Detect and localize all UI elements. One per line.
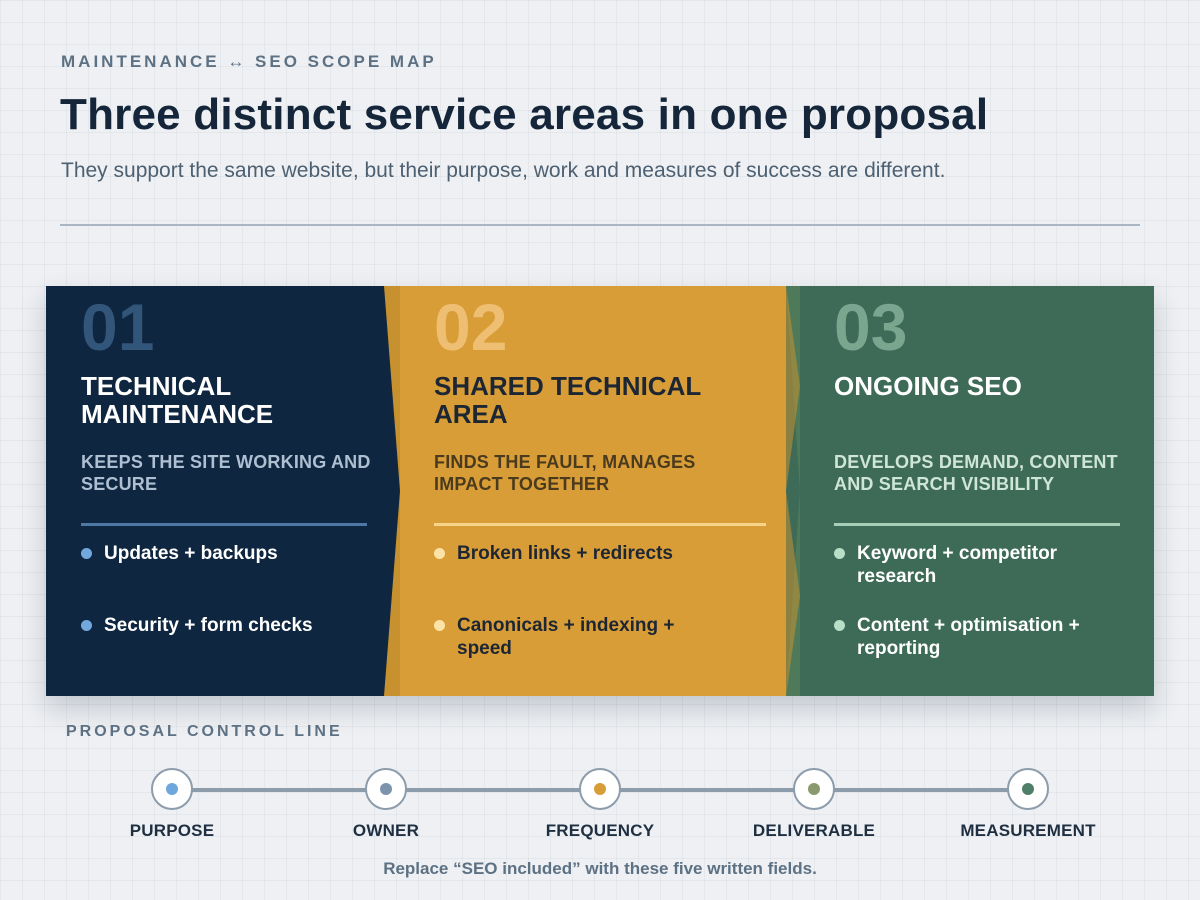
panel-subtitle: DEVELOPS DEMAND, CONTENT AND SEARCH VISI… — [834, 452, 1118, 494]
control-node-owner — [365, 768, 407, 810]
panel-subtitle: KEEPS THE SITE WORKING AND SECURE — [81, 452, 371, 494]
control-label-owner: OWNER — [352, 821, 420, 840]
node-dot-icon — [1022, 783, 1034, 795]
list-item-text: Security + form checks — [104, 615, 313, 636]
bullet-dot-icon — [434, 548, 445, 559]
panel-title: ONGOING SEO — [834, 371, 1022, 401]
panel-number: 03 — [834, 290, 908, 364]
page-subtitle: They support the same website, but their… — [61, 159, 946, 182]
control-label-purpose: PURPOSE — [129, 821, 215, 840]
list-item-text: Updates + backups — [104, 543, 278, 564]
panel-technical-maintenance: 01 TECHNICAL MAINTENANCE KEEPS THE SITE … — [46, 286, 384, 696]
bullet-dot-icon — [81, 548, 92, 559]
bullet-dot-icon — [434, 620, 445, 631]
node-dot-icon — [808, 783, 820, 795]
list-item: Keyword + competitor research — [834, 542, 1097, 588]
control-node-frequency — [579, 768, 621, 810]
page-title: Three distinct service areas in one prop… — [60, 90, 989, 139]
control-node-deliverable — [793, 768, 835, 810]
control-label-deliverable: DELIVERABLE — [752, 821, 876, 840]
node-dot-icon — [166, 783, 178, 795]
list-item: Security + form checks — [81, 614, 404, 637]
bullet-dot-icon — [834, 620, 845, 631]
list-item: Canonicals + indexing + speed — [434, 614, 687, 660]
list-item: Content + optimisation + reporting — [834, 614, 1097, 660]
bullet-dot-icon — [834, 548, 845, 559]
list-item-text: Broken links + redirects — [457, 543, 673, 564]
list-item-text: Content + optimisation + reporting — [857, 615, 1080, 659]
control-label-measurement: MEASUREMENT — [960, 821, 1096, 840]
list-item-text: Keyword + competitor research — [857, 543, 1058, 587]
control-line-label: PROPOSAL CONTROL LINE — [66, 723, 343, 740]
control-node-measurement — [1007, 768, 1049, 810]
panel-subtitle: FINDS THE FAULT, MANAGES IMPACT TOGETHER — [434, 452, 696, 494]
node-dot-icon — [594, 783, 606, 795]
bullet-dot-icon — [81, 620, 92, 631]
panel-number: 02 — [434, 290, 508, 364]
panel-number: 01 — [81, 290, 155, 364]
service-areas-band: 01 TECHNICAL MAINTENANCE KEEPS THE SITE … — [46, 286, 1154, 696]
control-label-frequency: FREQUENCY — [545, 821, 655, 840]
panel-ongoing-seo: 03 ONGOING SEO DEVELOPS DEMAND, CONTENT … — [799, 286, 1154, 696]
list-item: Broken links + redirects — [434, 542, 757, 565]
node-dot-icon — [380, 783, 392, 795]
control-node-purpose — [151, 768, 193, 810]
panel-divider — [834, 523, 1120, 526]
panel-shared-technical-area: 02 SHARED TECHNICAL AREA FINDS THE FAULT… — [399, 286, 784, 696]
panel-title: SHARED TECHNICAL AREA — [434, 371, 701, 429]
control-line-footnote: Replace “SEO included” with these five w… — [383, 859, 817, 878]
panel-divider — [81, 523, 367, 526]
header-divider — [60, 224, 1140, 226]
panel-divider — [434, 523, 766, 526]
list-item-text: Canonicals + indexing + speed — [457, 615, 675, 659]
eyebrow-label: MAINTENANCE ↔ SEO SCOPE MAP — [61, 52, 437, 71]
list-item: Updates + backups — [81, 542, 404, 565]
panel-title: TECHNICAL MAINTENANCE — [81, 371, 274, 429]
